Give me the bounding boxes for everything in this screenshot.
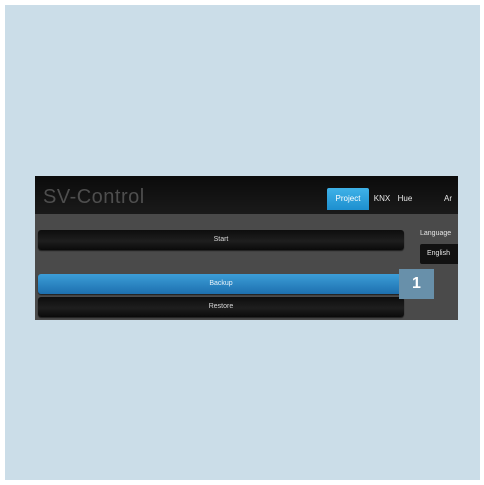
callout-badge: 1 [399, 269, 434, 299]
tab-project[interactable]: Project [327, 188, 369, 210]
tab-knx[interactable]: KNX [373, 188, 391, 210]
language-label: Language [420, 230, 452, 237]
tab-hue[interactable]: Hue [396, 188, 414, 210]
app-screenshot: SV-Control Project KNX Hue Ar Start Back… [35, 176, 458, 320]
backup-button[interactable]: Backup [38, 274, 404, 294]
start-button[interactable]: Start [38, 230, 404, 250]
language-select[interactable]: English [420, 244, 458, 264]
app-title: SV-Control [43, 186, 145, 208]
restore-button[interactable]: Restore [38, 297, 404, 317]
top-bar: SV-Control Project KNX Hue Ar [35, 176, 458, 214]
tab-ar[interactable]: Ar [439, 188, 457, 210]
